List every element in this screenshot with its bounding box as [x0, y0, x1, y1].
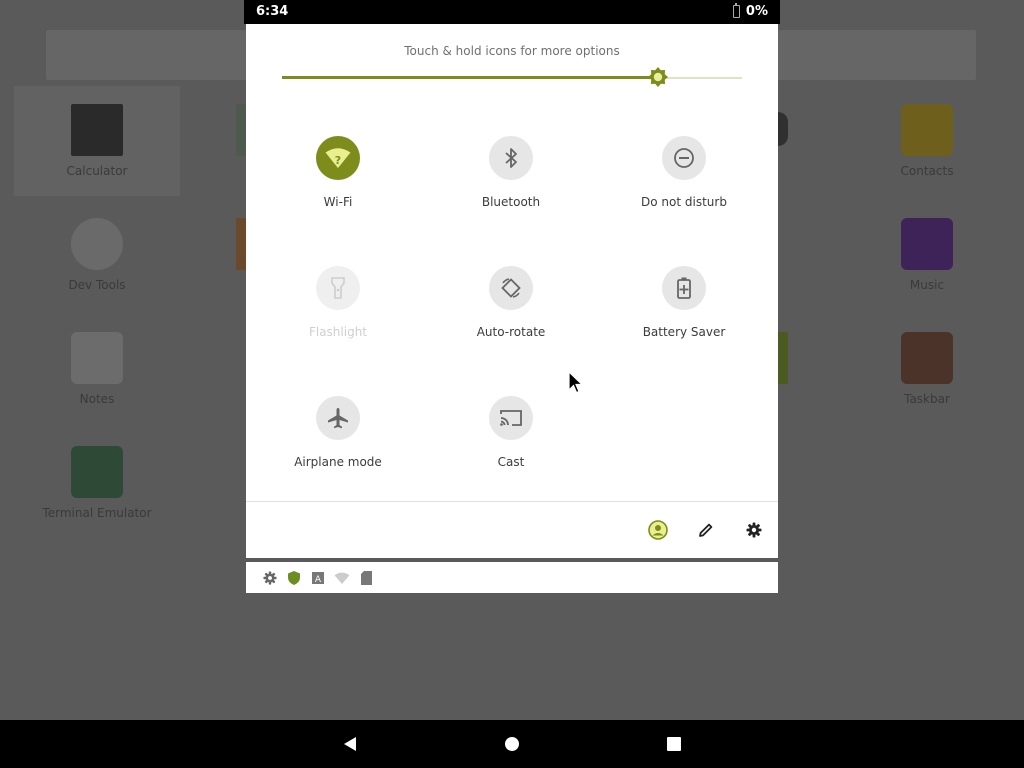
airplane-icon	[316, 396, 360, 440]
svg-text:A: A	[315, 575, 322, 584]
dev-tools-icon	[71, 218, 123, 270]
tile-do-not-disturb[interactable]: Do not disturb	[609, 124, 759, 234]
tile-label: Do not disturb	[641, 195, 727, 209]
terminal-icon	[71, 446, 123, 498]
app-label: Contacts	[900, 164, 954, 178]
tile-auto-rotate[interactable]: Auto-rotate	[436, 254, 586, 364]
tile-cast[interactable]: Cast	[436, 384, 586, 494]
app-label: Music	[909, 278, 945, 292]
settings-gear-icon[interactable]	[742, 518, 766, 542]
auto-rotate-icon	[489, 266, 533, 310]
sd-card-icon	[358, 570, 374, 586]
tile-label: Bluetooth	[481, 195, 541, 209]
contacts-icon	[901, 104, 953, 156]
flashlight-icon	[316, 266, 360, 310]
app-label: Terminal Emulator	[42, 506, 152, 520]
tile-label: Battery Saver	[642, 325, 726, 339]
text-a-icon: A	[310, 570, 326, 586]
cast-icon	[489, 396, 533, 440]
do-not-disturb-icon	[662, 136, 706, 180]
quick-settings-panel: Touch & hold icons for more options ? Wi…	[246, 24, 778, 558]
tile-label: Airplane mode	[294, 455, 382, 469]
quick-settings-hint: Touch & hold icons for more options	[404, 44, 620, 58]
tile-label: Flashlight	[308, 325, 368, 339]
taskbar-icon	[901, 332, 953, 384]
recents-square-icon	[667, 737, 681, 751]
back-triangle-icon	[344, 737, 356, 751]
app-music[interactable]: Music	[844, 200, 1010, 310]
tile-wifi[interactable]: ? Wi-Fi	[263, 124, 413, 234]
mouse-cursor-icon	[568, 371, 584, 394]
battery-percent: 0%	[745, 4, 768, 19]
app-label: Dev Tools	[68, 278, 126, 292]
home-button[interactable]	[502, 734, 522, 754]
brightness-slider[interactable]	[282, 67, 742, 87]
notes-icon	[71, 332, 123, 384]
navigation-bar	[0, 720, 1024, 768]
tile-label: Auto-rotate	[476, 325, 546, 339]
battery-icon	[732, 3, 740, 18]
bluetooth-icon	[489, 136, 533, 180]
app-contacts[interactable]: Contacts	[844, 86, 1010, 196]
app-calculator[interactable]: Calculator	[14, 86, 180, 196]
tile-flashlight: Flashlight	[263, 254, 413, 364]
battery-saver-icon	[662, 266, 706, 310]
footer-divider	[246, 501, 778, 502]
slider-fill	[282, 76, 658, 79]
clock: 6:34	[256, 4, 289, 19]
calculator-icon	[71, 104, 123, 156]
app-taskbar[interactable]: Taskbar	[844, 314, 1010, 424]
svg-text:?: ?	[335, 154, 341, 167]
wifi-icon	[334, 570, 350, 586]
partial-app-icon	[236, 104, 246, 156]
edit-icon[interactable]	[694, 518, 718, 542]
partial-app-icon	[778, 112, 788, 146]
tile-battery-saver[interactable]: Battery Saver	[609, 254, 759, 364]
app-label: Taskbar	[904, 392, 950, 406]
notification-icons-strip[interactable]: A	[246, 562, 778, 593]
app-terminal-emulator[interactable]: Terminal Emulator	[14, 428, 180, 538]
tile-label: Wi-Fi	[323, 195, 353, 209]
settings-icon	[262, 570, 278, 586]
status-bar: 6:34 0%	[244, 0, 780, 24]
home-circle-icon	[505, 737, 519, 751]
user-icon[interactable]	[646, 518, 670, 542]
back-button[interactable]	[340, 734, 360, 754]
app-dev-tools[interactable]: Dev Tools	[14, 200, 180, 310]
wifi-unknown-icon: ?	[316, 136, 360, 180]
recents-button[interactable]	[664, 734, 684, 754]
partial-app-icon	[236, 218, 246, 270]
battery-indicator: 0%	[732, 3, 768, 19]
music-icon	[901, 218, 953, 270]
app-label: Notes	[79, 392, 115, 406]
tile-label: Cast	[497, 455, 525, 469]
tile-bluetooth[interactable]: Bluetooth	[436, 124, 586, 234]
partial-app-icon	[778, 332, 788, 384]
app-label: Calculator	[66, 164, 128, 178]
brightness-thumb-icon[interactable]	[647, 67, 668, 87]
tile-airplane-mode[interactable]: Airplane mode	[263, 384, 413, 494]
shield-icon	[286, 570, 302, 586]
app-notes[interactable]: Notes	[14, 314, 180, 424]
